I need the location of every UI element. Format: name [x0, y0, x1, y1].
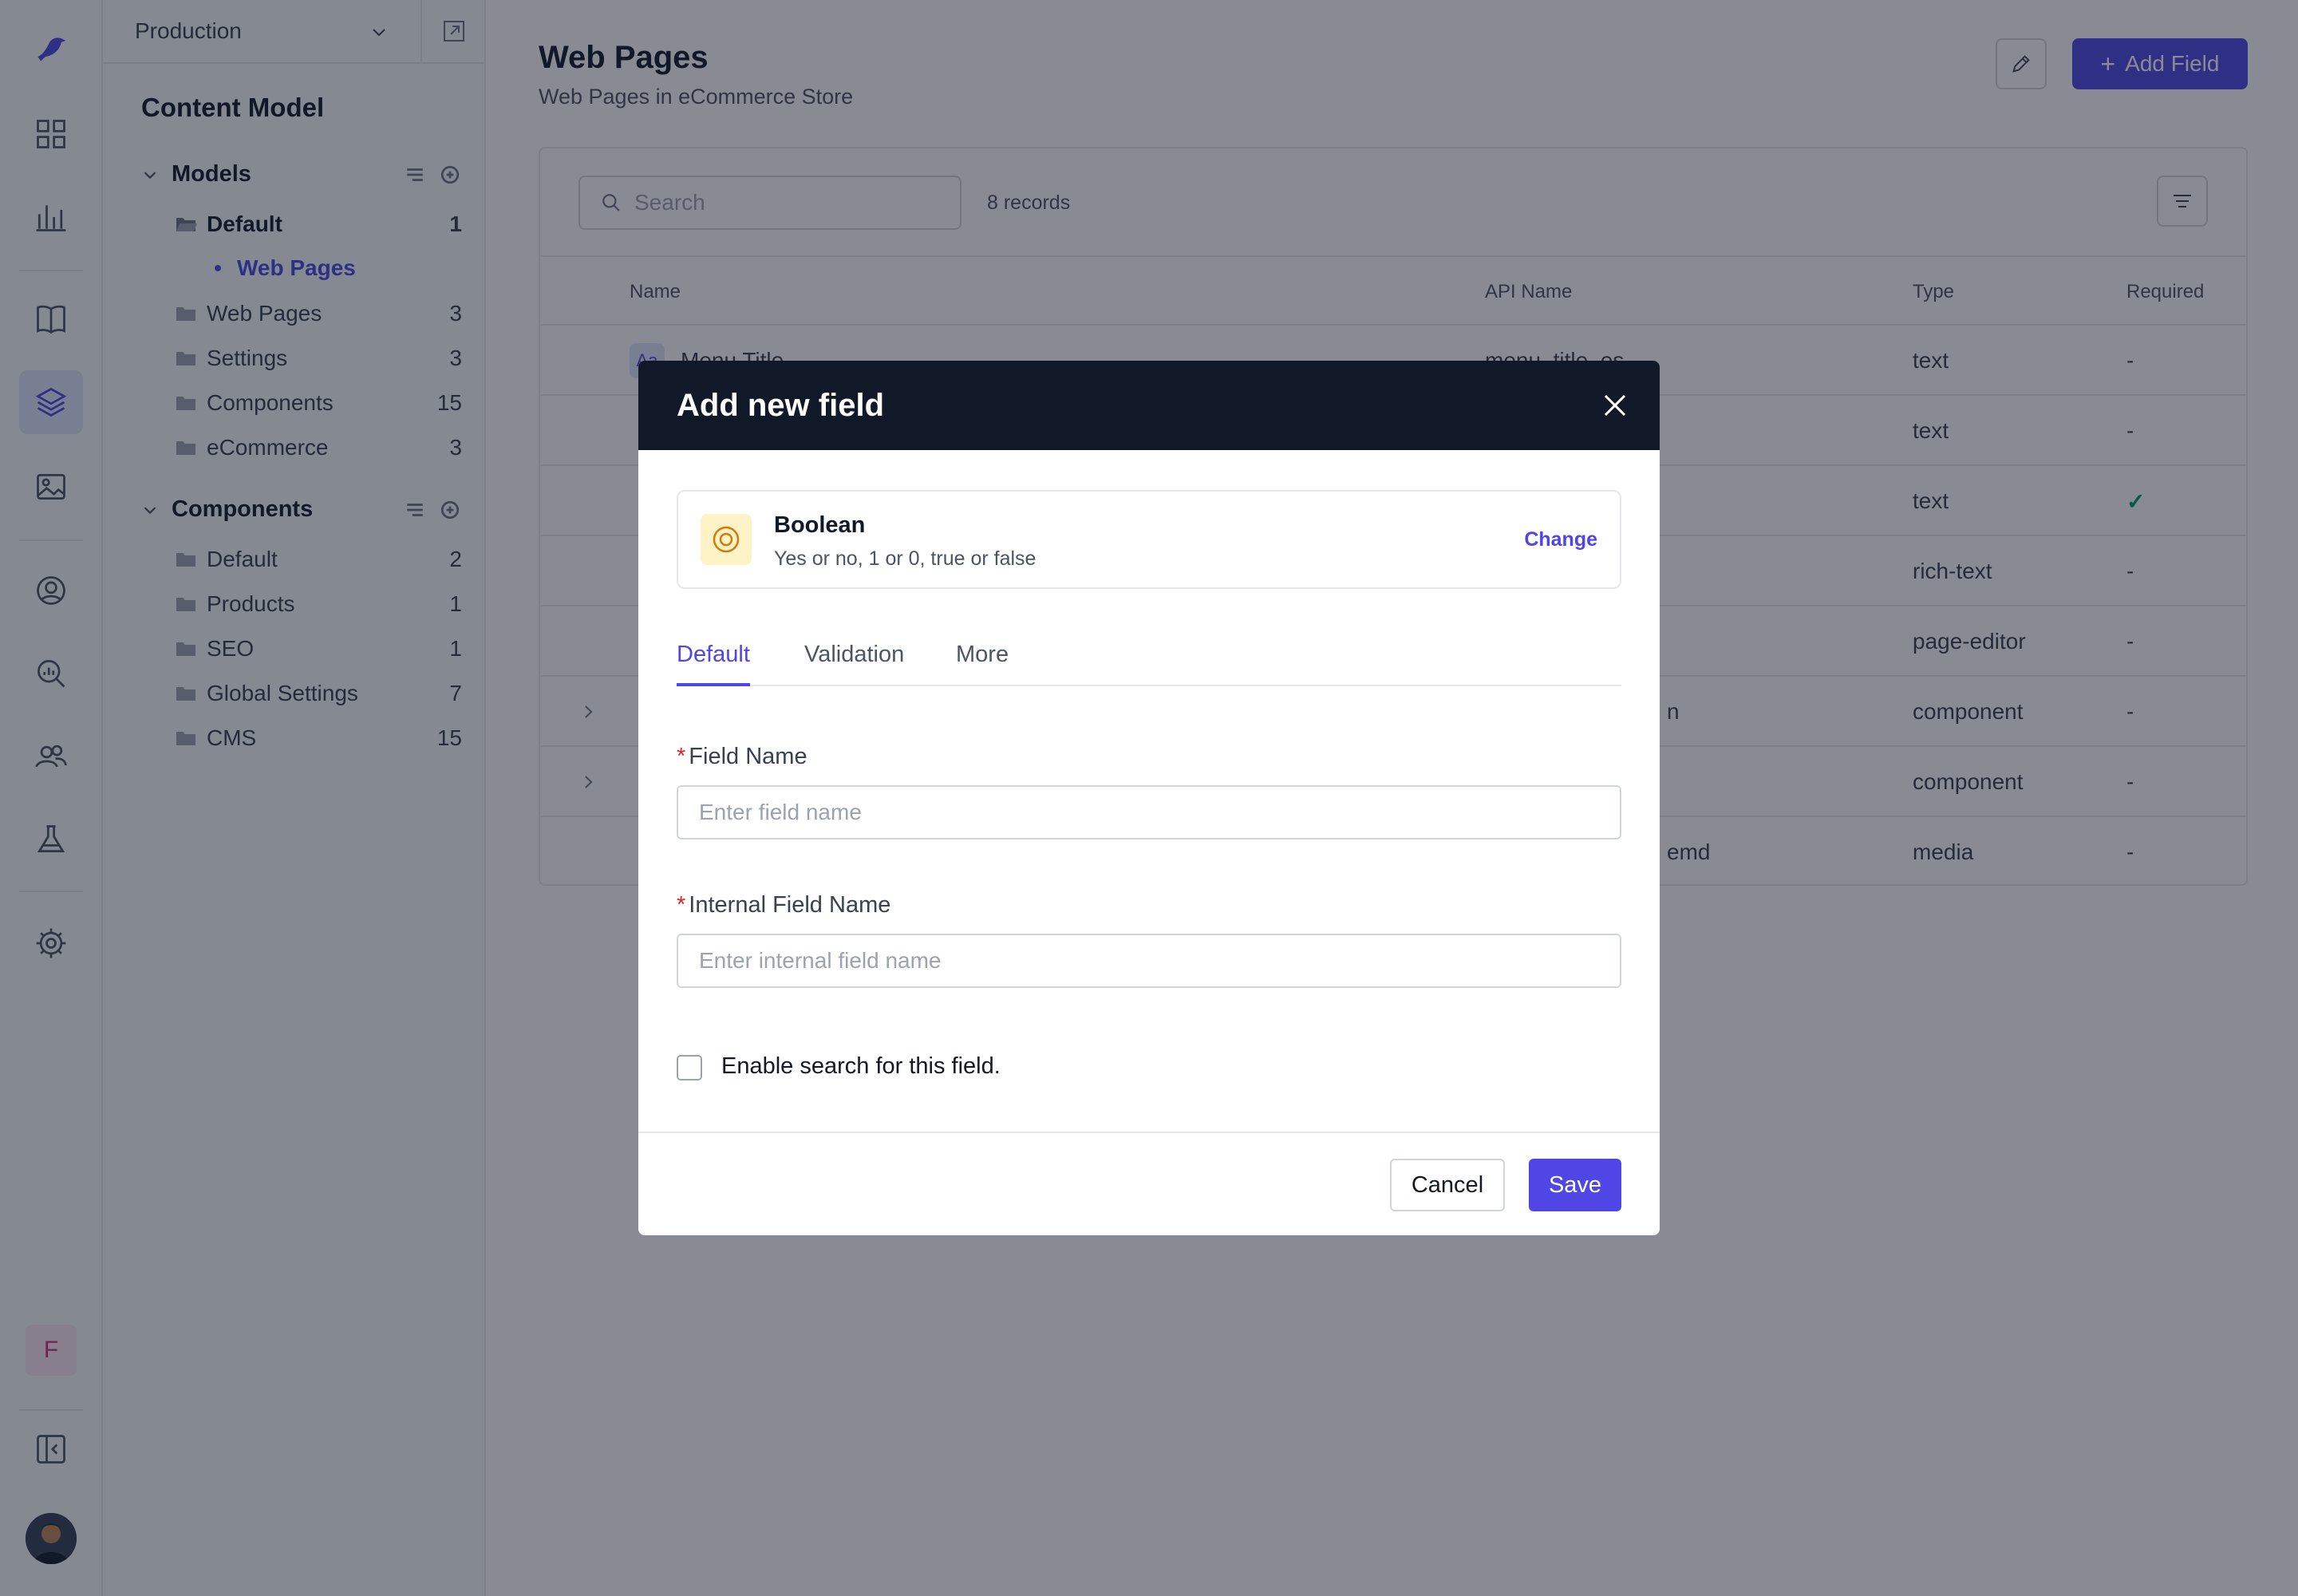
boolean-icon	[701, 514, 752, 565]
required-asterisk: *	[677, 892, 686, 918]
tab-more[interactable]: More	[956, 642, 1009, 686]
internal-field-name-label-text: Internal Field Name	[689, 892, 891, 918]
field-type-name: Boolean	[774, 512, 866, 538]
modal-footer: Cancel Save	[638, 1132, 1660, 1235]
required-asterisk: *	[677, 744, 686, 769]
field-type-card: Boolean Yes or no, 1 or 0, true or false…	[677, 490, 1621, 589]
modal-tabs: Default Validation More	[677, 634, 1621, 686]
modal-header: Add new field	[638, 361, 1660, 450]
tab-validation[interactable]: Validation	[804, 642, 904, 686]
change-type-link[interactable]: Change	[1524, 528, 1597, 551]
add-field-modal: Add new field Boolean Yes or no, 1 or 0,…	[638, 361, 1660, 1235]
enable-search-label[interactable]: Enable search for this field.	[721, 1053, 1001, 1080]
cancel-button[interactable]: Cancel	[1390, 1159, 1505, 1211]
save-button[interactable]: Save	[1529, 1159, 1621, 1211]
modal-title: Add new field	[677, 388, 884, 423]
field-name-label: * Field Name	[677, 744, 807, 770]
field-type-description: Yes or no, 1 or 0, true or false	[774, 547, 1036, 570]
close-icon[interactable]	[1599, 389, 1631, 421]
field-name-input[interactable]	[677, 785, 1621, 839]
field-name-label-text: Field Name	[689, 744, 807, 769]
tab-default[interactable]: Default	[677, 642, 750, 686]
enable-search-checkbox[interactable]	[677, 1055, 702, 1080]
internal-field-name-label: * Internal Field Name	[677, 892, 890, 918]
internal-field-name-input[interactable]	[677, 934, 1621, 988]
